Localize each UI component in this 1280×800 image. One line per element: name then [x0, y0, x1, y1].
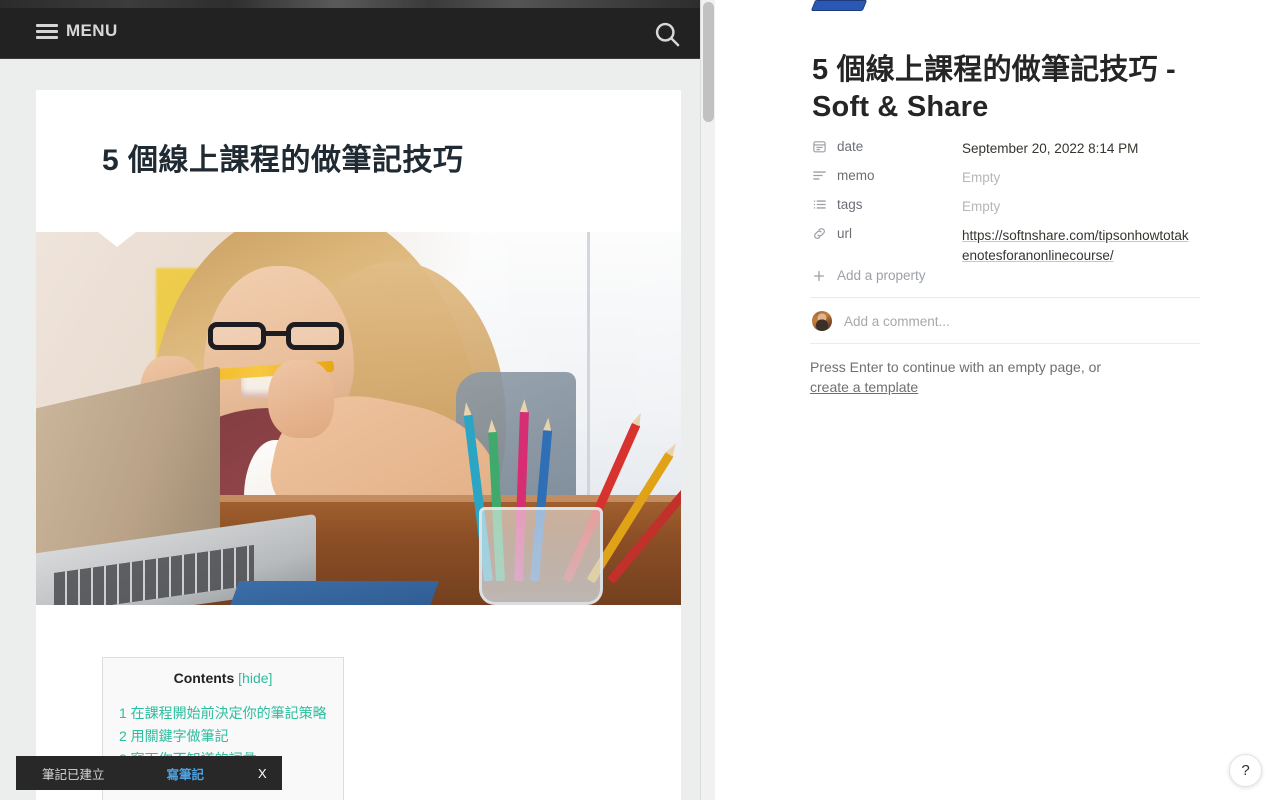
note-page-title[interactable]: 5 個線上課程的做筆記技巧 - Soft & Share: [812, 52, 1212, 126]
toast-message: 筆記已建立: [42, 767, 105, 782]
toc-item[interactable]: 2 用關鍵字做筆記: [119, 725, 327, 748]
text-lines-icon: [812, 168, 827, 183]
property-label-memo: memo: [837, 168, 875, 183]
add-property-button[interactable]: Add a property: [812, 268, 926, 283]
screenshot-root: MENU 5 個線上課程的做筆記技巧 Contents [hide] 1 在課程…: [0, 0, 1280, 800]
property-row-date: date September 20, 2022 8:14 PM: [812, 136, 1212, 165]
toc-heading-label: Contents: [173, 669, 235, 686]
toast-close-button[interactable]: X: [258, 766, 267, 781]
page-top-strip: [0, 0, 715, 8]
toc-hide-link[interactable]: hide: [242, 670, 268, 686]
menu-button-label: MENU: [66, 21, 118, 40]
property-label-tags: tags: [837, 197, 863, 212]
menu-button[interactable]: MENU: [36, 21, 118, 41]
empty-page-hint: Press Enter to continue with an empty pa…: [810, 357, 1210, 398]
calendar-icon: [812, 139, 827, 154]
browser-panel: MENU 5 個線上課程的做筆記技巧 Contents [hide] 1 在課程…: [0, 0, 715, 800]
property-row-url: url https://softnshare.com/tipsonhowtota…: [812, 223, 1212, 265]
add-comment-row[interactable]: Add a comment...: [812, 311, 950, 331]
property-key-memo[interactable]: memo: [812, 168, 962, 183]
toc-heading: Contents [hide]: [119, 670, 327, 686]
toast-write-note-link[interactable]: 寫筆記: [167, 764, 205, 783]
toc-bracket-close: ]: [268, 669, 273, 686]
property-label-url: url: [837, 226, 853, 241]
property-row-tags: tags Empty: [812, 194, 1212, 223]
empty-page-hint-text: Press Enter to continue with an empty pa…: [810, 359, 1102, 375]
list-icon: [812, 197, 827, 212]
note-created-toast: 筆記已建立 寫筆記 X: [16, 756, 282, 790]
search-icon[interactable]: [653, 20, 681, 48]
property-key-tags[interactable]: tags: [812, 197, 962, 212]
toc-item[interactable]: 1 在課程開始前決定你的筆記策略: [119, 702, 327, 725]
property-value-date[interactable]: September 20, 2022 8:14 PM: [962, 139, 1138, 159]
link-icon: [812, 226, 827, 241]
browser-scrollbar[interactable]: [700, 0, 715, 800]
property-value-url[interactable]: https://softnshare.com/tipsonhowtotakeno…: [962, 226, 1194, 265]
add-comment-placeholder: Add a comment...: [844, 313, 950, 329]
properties-divider: [810, 297, 1200, 298]
property-value-memo[interactable]: Empty: [962, 168, 1000, 188]
property-key-date[interactable]: date: [812, 139, 962, 154]
plus-icon: [812, 269, 826, 283]
comment-divider: [810, 343, 1200, 344]
create-template-link[interactable]: create a template: [810, 379, 918, 395]
property-label-date: date: [837, 139, 864, 154]
note-properties: date September 20, 2022 8:14 PM memo Emp…: [812, 136, 1212, 265]
add-property-label: Add a property: [837, 268, 926, 283]
hamburger-icon: [36, 23, 58, 39]
property-row-memo: memo Empty: [812, 165, 1212, 194]
article-title: 5 個線上課程的做筆記技巧: [102, 144, 464, 177]
site-header: MENU: [0, 8, 715, 59]
property-key-url[interactable]: url: [812, 226, 962, 241]
books-emoji-icon[interactable]: [810, 0, 869, 11]
notion-clipper-panel: 5 個線上課程的做筆記技巧 - Soft & Share date Septem…: [727, 0, 1280, 800]
avatar: [812, 311, 832, 331]
help-button[interactable]: ?: [1229, 754, 1262, 787]
browser-scrollbar-thumb[interactable]: [703, 2, 714, 122]
hero-notch: [98, 231, 136, 247]
article-hero-image: [36, 231, 681, 605]
article-sheet: 5 個線上課程的做筆記技巧 Contents [hide] 1 在課程開始前決定…: [36, 90, 681, 800]
property-value-tags[interactable]: Empty: [962, 197, 1000, 217]
